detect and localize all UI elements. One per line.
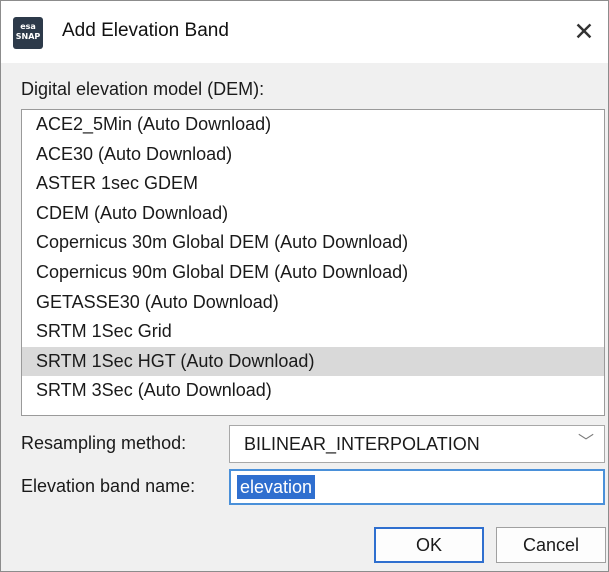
dem-list-item[interactable]: ACE2_5Min (Auto Download) <box>22 110 604 140</box>
dialog-title: Add Elevation Band <box>62 20 229 41</box>
dem-label: Digital elevation model (DEM): <box>21 79 265 99</box>
dem-list-item[interactable]: CDEM (Auto Download) <box>22 199 604 229</box>
close-icon[interactable]: ✕ <box>567 15 601 49</box>
dem-list-item[interactable]: ACE30 (Auto Download) <box>22 140 604 170</box>
resampling-method-select[interactable]: BILINEAR_INTERPOLATION ﹀ <box>229 425 605 463</box>
dem-list[interactable]: ACE2_5Min (Auto Download) ACE30 (Auto Do… <box>21 109 605 416</box>
dem-list-item[interactable]: Copernicus 30m Global DEM (Auto Download… <box>22 228 604 258</box>
dem-list-item[interactable]: GETASSE30 (Auto Download) <box>22 288 604 318</box>
ok-button[interactable]: OK <box>374 527 484 563</box>
title-bar[interactable]: esa SNAP Add Elevation Band ✕ <box>1 1 608 63</box>
dem-list-item[interactable]: SRTM 3Sec (Auto Download) <box>22 376 604 406</box>
resampling-method-value: BILINEAR_INTERPOLATION <box>244 434 480 454</box>
add-elevation-band-dialog: esa SNAP Add Elevation Band ✕ Digital el… <box>0 0 609 572</box>
dem-list-item-selected[interactable]: SRTM 1Sec HGT (Auto Download) <box>22 346 604 377</box>
elevation-band-name-value: elevation <box>237 475 316 499</box>
chevron-down-icon: ﹀ <box>577 434 594 451</box>
elevation-band-name-input[interactable]: elevation <box>229 469 605 505</box>
resampling-method-label: Resampling method: <box>21 433 187 453</box>
cancel-button[interactable]: Cancel <box>496 527 606 563</box>
snap-app-icon: esa SNAP <box>13 17 43 49</box>
icon-text-top: esa <box>20 22 36 31</box>
elevation-band-name-label: Elevation band name: <box>21 476 196 496</box>
dem-list-item[interactable]: SRTM 1Sec Grid <box>22 317 604 347</box>
dem-list-item[interactable]: Copernicus 90m Global DEM (Auto Download… <box>22 258 604 288</box>
icon-text-bottom: SNAP <box>15 32 41 41</box>
dem-list-item[interactable]: ASTER 1sec GDEM <box>22 169 604 199</box>
